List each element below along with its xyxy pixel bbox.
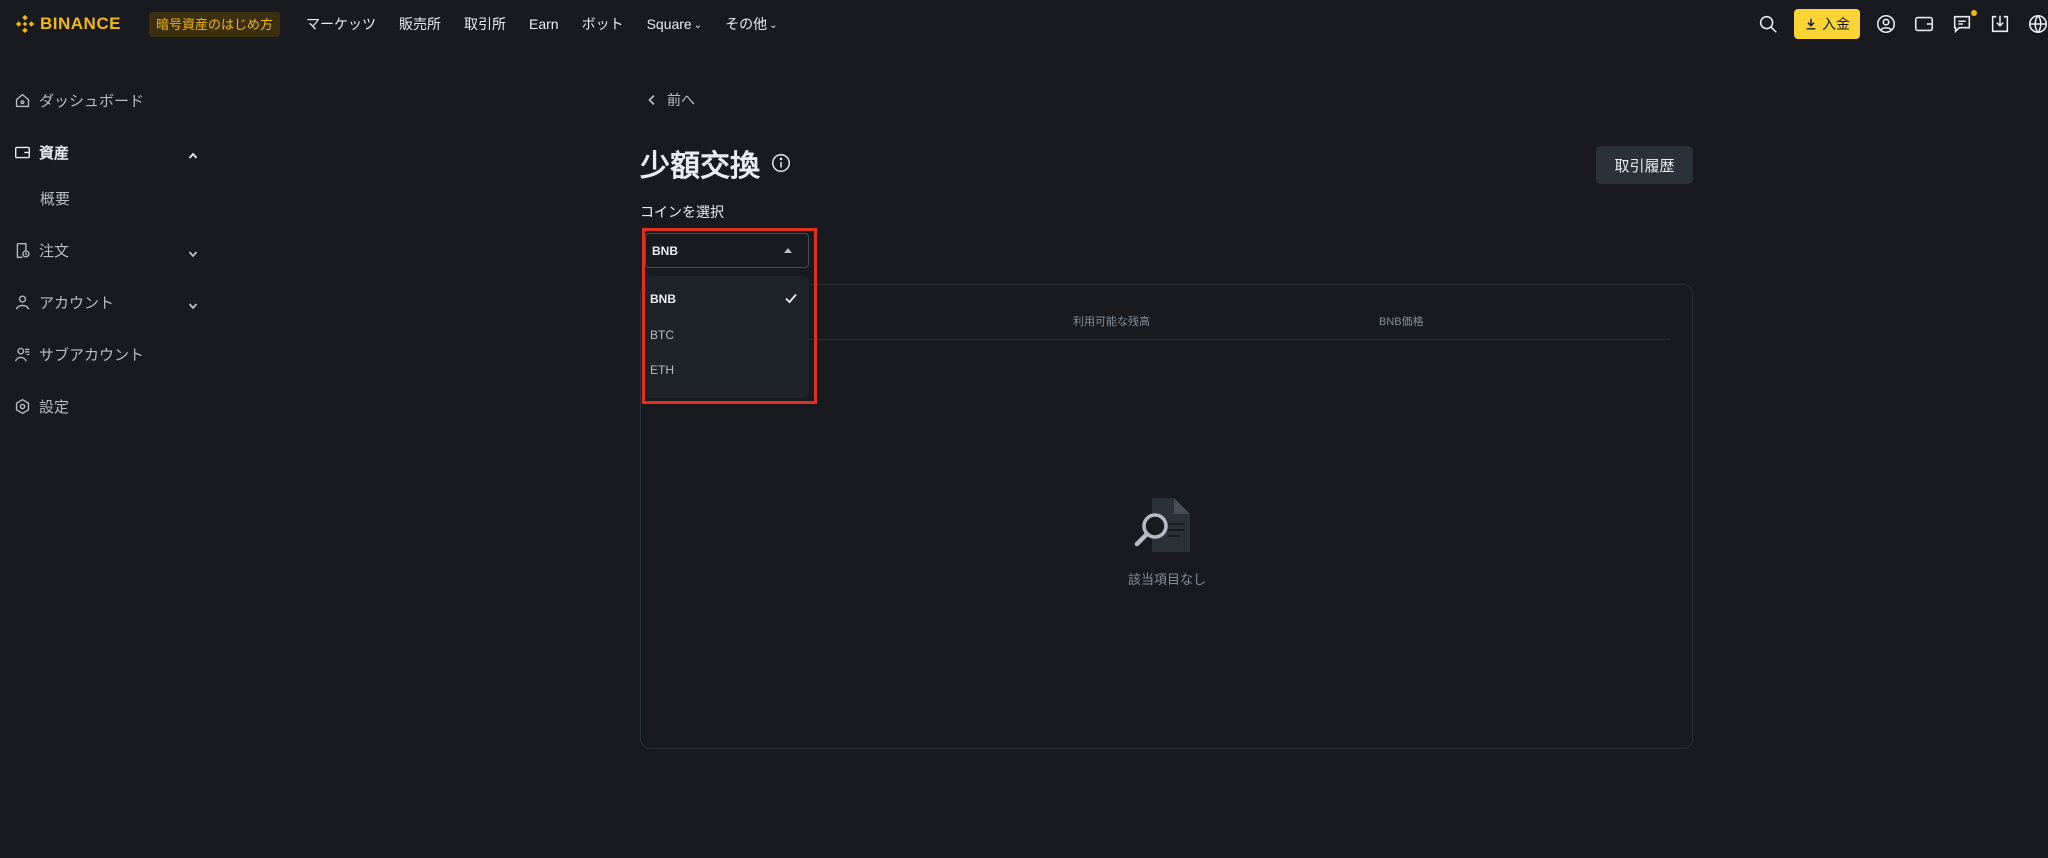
sidebar-item-account[interactable]: アカウント	[14, 292, 114, 313]
sidebar-item-label: 注文	[39, 243, 70, 260]
coin-select-label: コインを選択	[640, 204, 724, 220]
binance-diamond-icon	[15, 14, 35, 34]
download-app-icon[interactable]	[1988, 12, 2012, 36]
back-label: 前へ	[667, 92, 695, 108]
brand-name: BINANCE	[40, 14, 121, 33]
selected-coin-value: BNB	[652, 243, 678, 258]
sidebar-item-assets[interactable]: 資産	[14, 142, 69, 163]
crypto-guide-link[interactable]: 暗号資産のはじめ方	[149, 12, 281, 37]
coin-option-bnb[interactable]: BNB	[650, 292, 676, 306]
sidebar-item-overview[interactable]: 概要	[40, 188, 70, 209]
nav-more[interactable]: その他 ⌄	[725, 14, 777, 34]
chevron-down-icon: ⌄	[693, 19, 703, 31]
nav-sales-label: 販売所	[399, 16, 441, 32]
nav-square[interactable]: Square ⌄	[647, 16, 703, 32]
nav-sales[interactable]: 販売所	[399, 14, 441, 34]
user-icon	[15, 295, 30, 310]
coin-select[interactable]: BNB	[645, 233, 809, 268]
deposit-label: 入金	[1822, 16, 1850, 32]
nav-exchange-label: 取引所	[464, 16, 506, 32]
page-title-text: 少額交換	[640, 150, 760, 183]
sidebar-item-label: 資産	[39, 145, 70, 162]
notification-dot	[1971, 10, 1977, 16]
caret-up-icon	[784, 248, 792, 253]
chevron-down-icon[interactable]	[188, 246, 198, 258]
nav-markets[interactable]: マーケッツ	[306, 14, 376, 34]
chevron-down-icon[interactable]	[188, 298, 198, 310]
empty-state-text: 該当項目なし	[1128, 572, 1207, 587]
nav-earn[interactable]: Earn	[529, 16, 559, 32]
wallet-icon[interactable]	[1912, 12, 1936, 36]
coin-option-btc[interactable]: BTC	[650, 328, 674, 342]
orders-icon	[16, 243, 30, 258]
header-tools: 入金	[1742, 0, 2048, 48]
sub-account-icon	[15, 347, 30, 362]
search-icon[interactable]	[1756, 12, 1780, 36]
settings-icon	[15, 398, 30, 415]
table-header-divider	[660, 339, 1670, 340]
empty-search-document-icon	[1134, 498, 1190, 552]
coin-dropdown-menu: BNB BTC ETH	[645, 276, 809, 398]
sidebar-item-label: ダッシュボード	[39, 93, 145, 110]
sidebar-item-label: サブアカウント	[39, 347, 145, 364]
nav-bot[interactable]: ボット	[582, 14, 624, 34]
messages-icon[interactable]	[1950, 10, 1977, 36]
binance-logo[interactable]: BINANCE	[14, 13, 121, 35]
nav-square-label: Square	[646, 16, 692, 32]
page-title: 少額交換	[640, 141, 792, 185]
trade-history-button[interactable]: 取引履歴	[1596, 146, 1693, 184]
sidebar-item-orders[interactable]: 注文	[14, 240, 69, 261]
deposit-button[interactable]: 入金	[1794, 9, 1860, 39]
nav-earn-label: Earn	[529, 16, 559, 32]
nav-markets-label: マーケッツ	[306, 16, 376, 32]
main-nav: マーケッツ 販売所 取引所 Earn ボット Square ⌄ その他 ⌄	[306, 0, 801, 48]
download-icon	[1806, 18, 1816, 30]
sidebar-item-subaccount[interactable]: サブアカウント	[14, 344, 144, 365]
chevron-down-icon: ⌄	[769, 19, 778, 31]
wallet-icon	[15, 146, 30, 159]
user-profile-icon[interactable]	[1874, 12, 1898, 36]
check-icon	[784, 291, 798, 305]
home-icon	[15, 93, 30, 108]
nav-more-label: その他	[725, 16, 768, 32]
sidebar-item-label: 設定	[39, 399, 70, 416]
column-header-bnb-price: BNB価格	[1379, 316, 1424, 328]
language-globe-icon[interactable]	[2026, 12, 2048, 36]
top-navigation: BINANCE 暗号資産のはじめ方 マーケッツ 販売所 取引所 Earn ボット…	[0, 0, 2048, 48]
sidebar-item-settings[interactable]: 設定	[14, 396, 69, 417]
nav-exchange[interactable]: 取引所	[464, 14, 506, 34]
nav-bot-label: ボット	[581, 16, 624, 32]
column-header-available-balance: 利用可能な残高	[1073, 316, 1150, 328]
sidebar: ダッシュボード 資産 概要 注文 アカウント サブアカウント 設定	[0, 48, 230, 858]
info-icon[interactable]	[770, 152, 792, 174]
sidebar-item-label: アカウント	[39, 295, 115, 312]
chevron-left-icon	[648, 94, 655, 106]
back-link[interactable]: 前へ	[646, 90, 695, 110]
chevron-up-icon[interactable]	[188, 148, 198, 159]
sidebar-item-dashboard[interactable]: ダッシュボード	[14, 90, 144, 111]
coin-option-eth[interactable]: ETH	[650, 363, 674, 377]
